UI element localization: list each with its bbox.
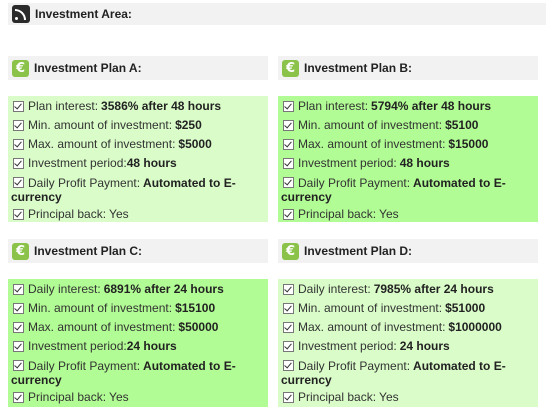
plan-c-row-payment: Daily Profit Payment: Automated to E-curr… <box>11 359 236 387</box>
plan-c-title: Investment Plan C: <box>34 244 143 258</box>
check-icon <box>283 360 294 371</box>
plan-c-row-interest: Daily interest: 6891% after 24 hours <box>11 281 266 300</box>
plan-d-row-interest: Daily interest: 7985% after 24 hours <box>281 281 536 300</box>
check-icon <box>283 177 294 188</box>
check-icon <box>283 341 294 352</box>
check-icon <box>13 392 24 403</box>
plan-d-row-period: Investment period: 24 hours <box>281 338 536 357</box>
plan-b-header: € Investment Plan B: <box>278 56 538 80</box>
plan-a-row-payment: Daily Profit Payment: Automated to E-curr… <box>11 176 236 204</box>
check-icon <box>13 322 24 333</box>
e-currency-icon: € <box>12 242 29 260</box>
plan-b-title: Investment Plan B: <box>304 61 413 75</box>
plan-c-details: Daily interest: 6891% after 24 hours Min.… <box>8 279 268 407</box>
rss-icon <box>12 5 30 23</box>
plan-a-title: Investment Plan A: <box>34 61 142 75</box>
check-icon <box>283 120 294 131</box>
e-currency-icon: € <box>282 59 299 77</box>
plan-c-header: € Investment Plan C: <box>8 239 268 263</box>
check-icon <box>13 284 24 295</box>
investment-area-header: Investment Area: <box>8 3 546 25</box>
plan-a-header: € Investment Plan A: <box>8 56 268 80</box>
plan-b-row-interest: Plan interest: 5794% after 48 hours <box>281 98 536 117</box>
plan-c-row-max: Max. amount of investment: $50000 <box>11 319 266 338</box>
check-icon <box>283 284 294 295</box>
check-icon <box>13 139 24 150</box>
plan-b-row-principal: Principal back: Yes <box>281 206 536 225</box>
check-icon <box>283 209 294 220</box>
plan-d-row-max: Max. amount of investment: $1000000 <box>281 319 536 338</box>
check-icon <box>13 120 24 131</box>
check-icon <box>283 158 294 169</box>
e-currency-icon: € <box>282 242 299 260</box>
plan-a-row-period: Investment period: 48 hours <box>11 155 266 174</box>
check-icon <box>13 303 24 314</box>
plan-b-row-period: Investment period: 48 hours <box>281 155 536 174</box>
plan-a-row-min: Min. amount of investment: $250 <box>11 117 266 136</box>
plan-b-row-min: Min. amount of investment: $5100 <box>281 117 536 136</box>
check-icon <box>283 101 294 112</box>
check-icon <box>13 360 24 371</box>
plan-b-row-max: Max. amount of investment: $15000 <box>281 136 536 155</box>
plan-c-row-principal: Principal back: Yes <box>11 389 266 408</box>
plan-a-details: Plan interest: 3586% after 48 hours Min. … <box>8 96 268 222</box>
plan-a-row-max: Max. amount of investment: $5000 <box>11 136 266 155</box>
plan-b-details: Plan interest: 5794% after 48 hours Min. … <box>278 96 538 222</box>
check-icon <box>283 322 294 333</box>
check-icon <box>283 303 294 314</box>
check-icon <box>13 209 24 220</box>
check-icon <box>13 101 24 112</box>
plan-c-row-min: Min. amount of investment: $15100 <box>11 300 266 319</box>
plan-a-row-principal: Principal back: Yes <box>11 206 266 225</box>
plan-d-header: € Investment Plan D: <box>278 239 538 263</box>
plan-d-row-payment: Daily Profit Payment: Automated to E-curr… <box>281 359 506 387</box>
plan-a-row-interest: Plan interest: 3586% after 48 hours <box>11 98 266 117</box>
plan-d-title: Investment Plan D: <box>304 244 413 258</box>
page-title: Investment Area: <box>35 7 132 21</box>
plan-c-row-period: Investment period: 24 hours <box>11 338 266 357</box>
plan-d-row-principal: Principal back: Yes <box>281 389 536 408</box>
check-icon <box>13 177 24 188</box>
check-icon <box>283 392 294 403</box>
check-icon <box>13 158 24 169</box>
plan-d-details: Daily interest: 7985% after 24 hours Min.… <box>278 279 538 407</box>
check-icon <box>13 341 24 352</box>
check-icon <box>283 139 294 150</box>
e-currency-icon: € <box>12 59 29 77</box>
plan-d-row-min: Min. amount of investment: $51000 <box>281 300 536 319</box>
plan-b-row-payment: Daily Profit Payment: Automated to E-curr… <box>281 176 506 204</box>
